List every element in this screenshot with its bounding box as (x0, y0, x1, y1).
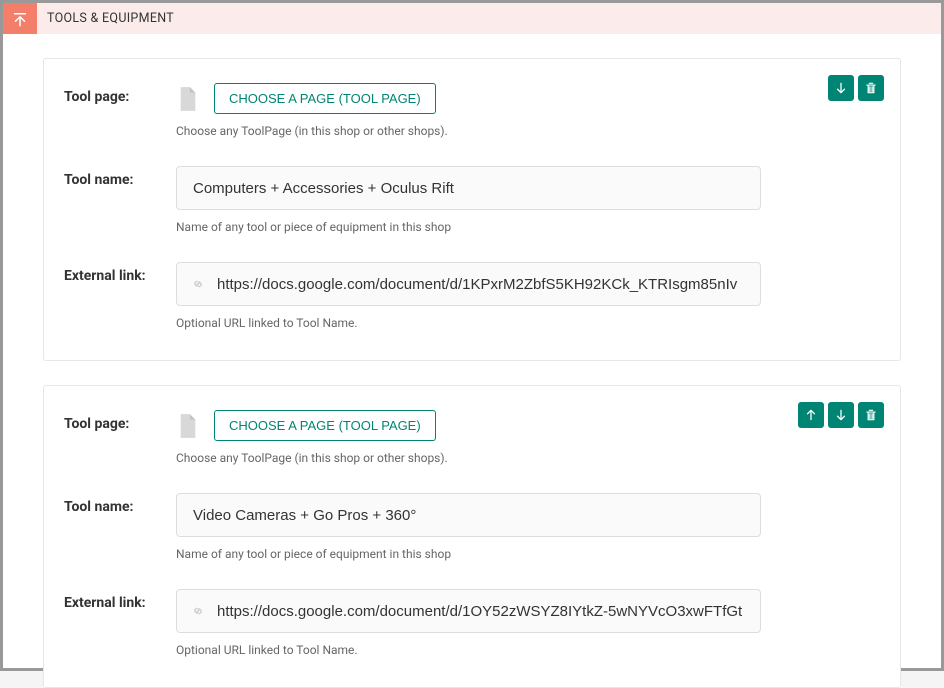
link-icon (187, 273, 209, 295)
label-external-link: External link: (64, 262, 176, 336)
external-link-wrap (176, 262, 761, 306)
help-tool-page: Choose any ToolPage (in this shop or oth… (176, 124, 880, 138)
delete-button[interactable] (858, 402, 884, 428)
field-row-external-link: External link: Optional URL linked to To… (44, 571, 900, 667)
field-row-tool-page: Tool page: CHOOSE A PAGE (TOOL PAGE) Cho… (44, 59, 900, 148)
label-tool-page: Tool page: (64, 83, 176, 144)
label-tool-page: Tool page: (64, 410, 176, 471)
help-tool-page: Choose any ToolPage (in this shop or oth… (176, 451, 880, 465)
move-up-button[interactable] (798, 402, 824, 428)
help-external-link: Optional URL linked to Tool Name. (176, 316, 880, 330)
panel-actions (798, 402, 884, 428)
help-tool-name: Name of any tool or piece of equipment i… (176, 220, 880, 234)
field-row-tool-name: Tool name: Name of any tool or piece of … (44, 475, 900, 571)
label-tool-name: Tool name: (64, 166, 176, 240)
choose-page-button[interactable]: CHOOSE A PAGE (TOOL PAGE) (214, 83, 436, 114)
document-icon (176, 84, 200, 114)
help-tool-name: Name of any tool or piece of equipment i… (176, 547, 880, 561)
page-chooser: CHOOSE A PAGE (TOOL PAGE) (176, 83, 880, 114)
field-row-tool-name: Tool name: Name of any tool or piece of … (44, 148, 900, 244)
content-area: Tool page: CHOOSE A PAGE (TOOL PAGE) Cho… (3, 58, 941, 688)
label-external-link: External link: (64, 589, 176, 663)
delete-button[interactable] (858, 75, 884, 101)
tool-name-input[interactable] (176, 493, 761, 537)
panel-actions (828, 75, 884, 101)
section-title: TOOLS & EQUIPMENT (37, 3, 174, 34)
tool-name-input[interactable] (176, 166, 761, 210)
external-link-input[interactable] (217, 276, 750, 293)
link-icon (187, 600, 209, 622)
move-down-button[interactable] (828, 402, 854, 428)
external-link-input[interactable] (217, 603, 750, 620)
help-external-link: Optional URL linked to Tool Name. (176, 643, 880, 657)
field-row-tool-page: Tool page: CHOOSE A PAGE (TOOL PAGE) Cho… (44, 386, 900, 475)
collapse-up-icon[interactable] (3, 3, 37, 34)
tool-panel: Tool page: CHOOSE A PAGE (TOOL PAGE) Cho… (43, 58, 901, 361)
label-tool-name: Tool name: (64, 493, 176, 567)
page-chooser: CHOOSE A PAGE (TOOL PAGE) (176, 410, 880, 441)
document-icon (176, 411, 200, 441)
choose-page-button[interactable]: CHOOSE A PAGE (TOOL PAGE) (214, 410, 436, 441)
section-header: TOOLS & EQUIPMENT (3, 3, 941, 34)
external-link-wrap (176, 589, 761, 633)
move-down-button[interactable] (828, 75, 854, 101)
field-row-external-link: External link: Optional URL linked to To… (44, 244, 900, 340)
tool-panel: Tool page: CHOOSE A PAGE (TOOL PAGE) Cho… (43, 385, 901, 688)
